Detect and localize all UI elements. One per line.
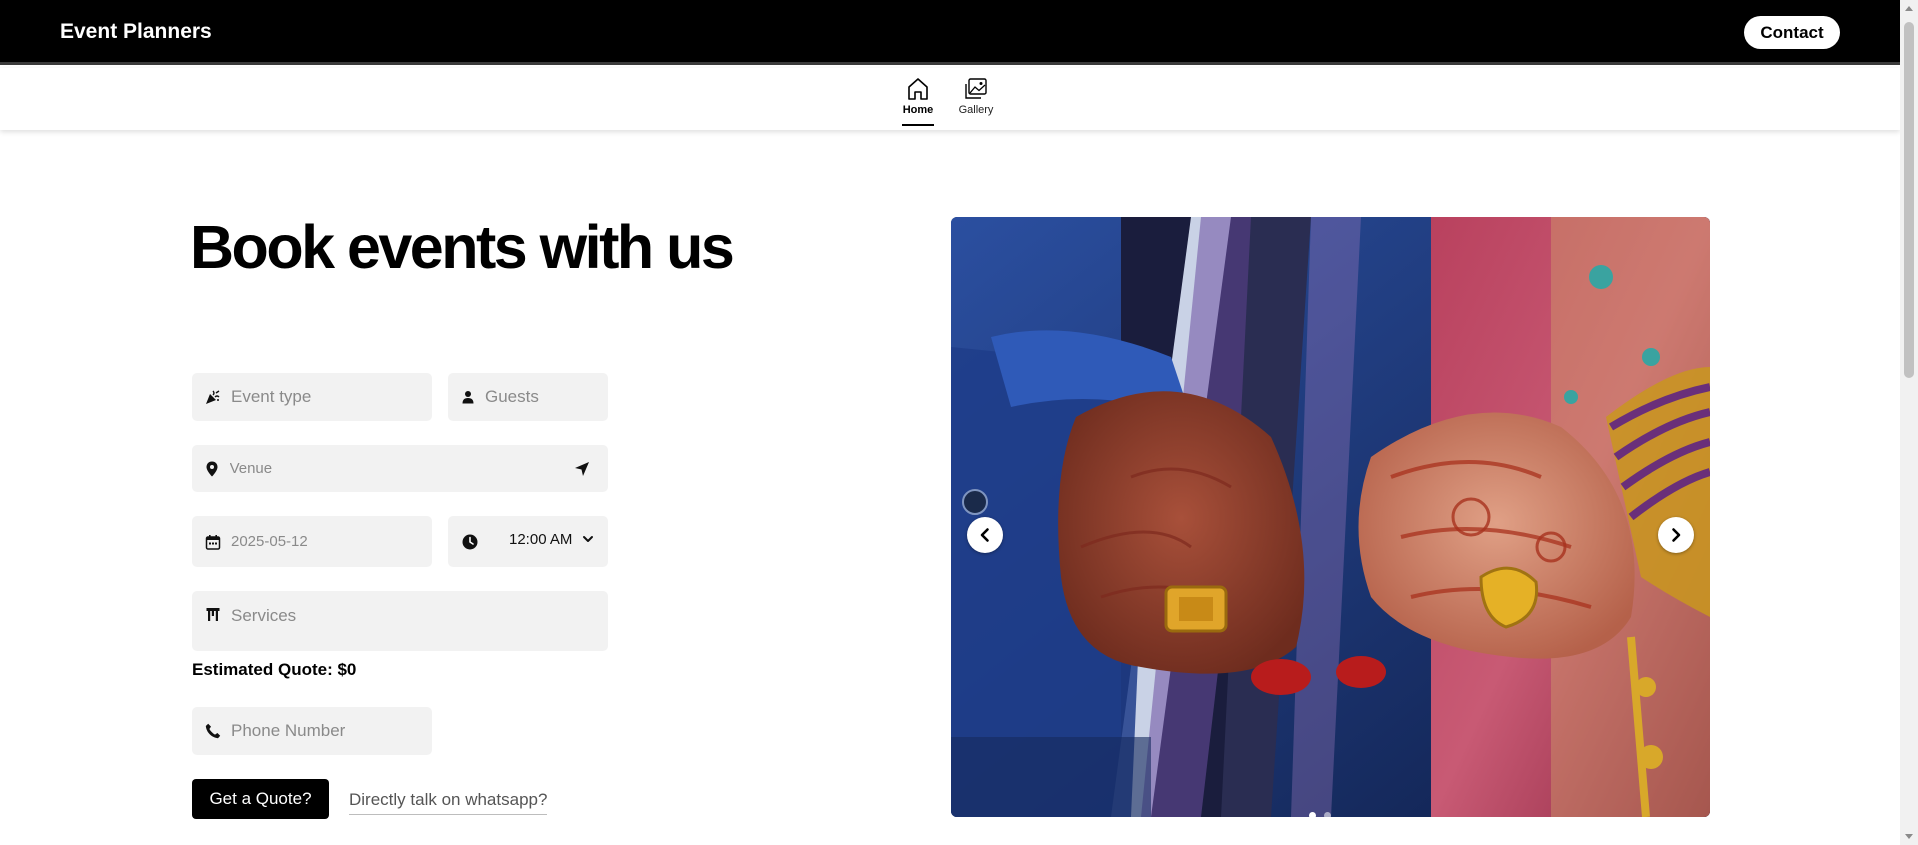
event-type-field[interactable] xyxy=(192,373,432,421)
get-quote-button[interactable]: Get a Quote? xyxy=(192,779,329,819)
guests-input[interactable] xyxy=(485,387,608,407)
date-field[interactable]: 2025-05-12 xyxy=(192,516,432,567)
services-input[interactable] xyxy=(231,606,608,626)
carousel-dot[interactable] xyxy=(1324,812,1331,817)
home-icon xyxy=(908,78,928,100)
venue-input[interactable] xyxy=(229,460,608,477)
carousel-prev-button[interactable] xyxy=(967,517,1003,553)
guests-field[interactable] xyxy=(448,373,608,421)
calendar-icon xyxy=(205,534,221,550)
chevron-right-icon xyxy=(1672,528,1681,542)
clock-icon xyxy=(462,534,478,550)
page-title: Book events with us xyxy=(190,213,735,281)
carousel-dot[interactable] xyxy=(1309,812,1316,817)
nav-home-label: Home xyxy=(902,104,934,116)
event-type-input[interactable] xyxy=(231,387,432,407)
nav-bar: Home Gallery xyxy=(0,68,1900,130)
carousel-next-button[interactable] xyxy=(1658,517,1694,553)
person-icon xyxy=(461,389,475,405)
brand-logo-text[interactable]: Event Planners xyxy=(60,20,212,44)
scroll-down-icon[interactable] xyxy=(1905,834,1913,839)
image-carousel xyxy=(951,217,1710,817)
services-icon xyxy=(205,606,221,622)
party-popper-icon xyxy=(205,389,221,405)
top-header: Event Planners Contact xyxy=(0,0,1900,65)
page-scrollbar[interactable] xyxy=(1900,0,1918,845)
scroll-up-icon[interactable] xyxy=(1905,6,1913,11)
services-field[interactable] xyxy=(192,591,608,651)
phone-field[interactable] xyxy=(192,707,432,755)
phone-icon xyxy=(205,723,221,739)
carousel-slide-image xyxy=(951,217,1710,817)
phone-input[interactable] xyxy=(231,721,432,741)
date-value: 2025-05-12 xyxy=(231,533,308,550)
chevron-left-icon xyxy=(980,528,989,542)
locate-arrow-icon[interactable] xyxy=(572,459,592,479)
time-value: 12:00 AM xyxy=(509,531,573,548)
time-select[interactable]: 12:00 AM xyxy=(448,516,608,567)
chevron-down-icon xyxy=(582,532,594,550)
nav-item-gallery[interactable]: Gallery xyxy=(951,76,1001,126)
nav-item-home[interactable]: Home xyxy=(893,76,943,126)
nav-gallery-label: Gallery xyxy=(958,104,994,116)
gallery-icon xyxy=(965,78,987,99)
venue-field[interactable] xyxy=(192,445,608,492)
contact-button[interactable]: Contact xyxy=(1744,16,1840,49)
map-pin-icon xyxy=(205,461,220,477)
active-tab-indicator xyxy=(902,124,934,126)
estimated-quote: Estimated Quote: $0 xyxy=(192,660,357,679)
scroll-thumb[interactable] xyxy=(1904,22,1914,378)
whatsapp-link[interactable]: Directly talk on whatsapp? xyxy=(349,790,548,815)
